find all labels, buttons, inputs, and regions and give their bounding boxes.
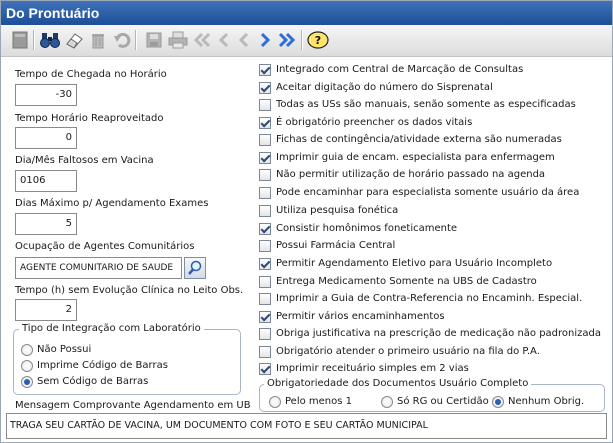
- trash-icon[interactable]: [87, 29, 109, 51]
- first-icon[interactable]: [191, 29, 213, 51]
- checkbox-receituario-2-vias-label: Imprimir receituário simples em 2 vias: [276, 363, 469, 374]
- vaccine-missing-label: Dia/Mês Faltosos em Vacina: [15, 155, 154, 166]
- checkbox-usss-manuais-label: Todas as USs são manuais, senão somente …: [276, 99, 576, 110]
- help-icon[interactable]: ?: [307, 29, 329, 51]
- max-days-label: Dias Máximo p/ Agendamento Exames: [15, 198, 209, 209]
- occupation-input[interactable]: AGENTE COMUNITARIO DE SAUDE: [15, 257, 182, 279]
- arrival-time-input[interactable]: -30: [15, 84, 77, 106]
- checkbox-horario-passado-label: Não permitir utilização de horário passa…: [276, 169, 546, 180]
- checkbox-contra-referencia-label: Imprimir a Guia de Contra-Referencia no …: [276, 293, 583, 304]
- occupation-search-button[interactable]: [184, 257, 206, 279]
- checkbox-entrega-medicamento[interactable]: [259, 276, 271, 288]
- checkbox-encaminhar-area[interactable]: [259, 187, 271, 199]
- message-label: Mensagem Comprovante Agendamento em UB: [15, 400, 251, 411]
- last-icon[interactable]: [276, 29, 298, 51]
- message-input[interactable]: TRAGA SEU CARTÃO DE VACINA, UM DOCUMENTO…: [6, 413, 607, 439]
- checkbox-guia-encam-enfermagem[interactable]: [259, 152, 271, 164]
- checkbox-pesquisa-fonetica-label: Utiliza pesquisa fonética: [276, 205, 399, 216]
- checkbox-farmacia-central-label: Possui Farmácia Central: [276, 240, 396, 251]
- checkbox-homonimos[interactable]: [259, 223, 271, 235]
- eraser-icon[interactable]: [63, 29, 85, 51]
- doc-option-rg-certidao-radio[interactable]: [381, 396, 393, 408]
- lab-option-no-barcode-label: Sem Código de Barras: [37, 376, 149, 387]
- checkbox-pesquisa-fonetica[interactable]: [259, 205, 271, 217]
- previous-alt-icon[interactable]: [233, 29, 255, 51]
- checkbox-central-marcacao[interactable]: [259, 64, 271, 76]
- doc-option-none-label: Nenhum Obrig.: [508, 396, 585, 407]
- checkbox-dados-vitais-label: É obrigatório preencher os dados vitais: [276, 117, 473, 128]
- reused-time-label: Tempo Horário Reaproveitado: [15, 113, 164, 124]
- undo-icon[interactable]: [111, 29, 133, 51]
- occupation-label: Ocupação de Agentes Comunitários: [15, 241, 195, 252]
- window: Do Prontuário ? Tempo de Chegada no Horá…: [0, 0, 613, 443]
- checkbox-fichas-contingencia[interactable]: [259, 134, 271, 146]
- lab-option-print-barcode-radio[interactable]: [21, 360, 33, 372]
- doc-option-at-least-one-radio[interactable]: [269, 396, 281, 408]
- lab-option-no-barcode-radio[interactable]: [21, 376, 33, 388]
- doc-option-at-least-one-label: Pelo menos 1: [285, 396, 353, 407]
- checkbox-varios-encaminhamentos[interactable]: [259, 311, 271, 323]
- checkbox-agendamento-eletivo[interactable]: [259, 258, 271, 270]
- window-title: Do Prontuário: [1, 1, 612, 25]
- max-days-input[interactable]: 5: [15, 213, 77, 235]
- toolbar-separator: [33, 30, 35, 50]
- arrival-time-label: Tempo de Chegada no Horário: [15, 69, 167, 80]
- next-icon[interactable]: [254, 29, 276, 51]
- checkbox-fila-pa[interactable]: [259, 346, 271, 358]
- binoculars-icon[interactable]: [39, 29, 61, 51]
- help-glyph: ?: [315, 34, 321, 47]
- checkbox-receituario-2-vias[interactable]: [259, 363, 271, 375]
- toolbar-separator: [301, 30, 303, 50]
- lab-option-none-radio[interactable]: [21, 344, 33, 356]
- magnifier-icon: [188, 260, 202, 275]
- toolbar-separator: [135, 30, 137, 50]
- save-icon[interactable]: [143, 29, 165, 51]
- checkbox-fichas-contingencia-label: Fichas de contingência/atividade externa…: [276, 134, 562, 145]
- vaccine-missing-input[interactable]: 0106: [15, 170, 77, 192]
- print-icon[interactable]: [167, 29, 189, 51]
- lab-integration-title: Tipo de Integração com Laboratório: [19, 323, 204, 334]
- lab-option-none-label: Não Possui: [37, 344, 92, 355]
- checkbox-sisprenatal[interactable]: [259, 82, 271, 94]
- checkbox-sisprenatal-label: Aceitar digitação do número do Sisprenat…: [276, 82, 493, 93]
- checkbox-entrega-medicamento-label: Entrega Medicamento Somente na UBS de Ca…: [276, 276, 537, 287]
- no-evolution-input[interactable]: 2: [15, 299, 77, 321]
- checkbox-agendamento-eletivo-label: Permitir Agendamento Eletivo para Usuári…: [276, 258, 553, 269]
- checkbox-contra-referencia[interactable]: [259, 293, 271, 305]
- new-icon[interactable]: [9, 29, 31, 51]
- doc-option-rg-certidao-label: Só RG ou Certidão: [397, 396, 489, 407]
- checkbox-farmacia-central[interactable]: [259, 240, 271, 252]
- checkbox-fila-pa-label: Obrigatório atender o primeiro usuário n…: [276, 346, 540, 357]
- previous-icon[interactable]: [213, 29, 235, 51]
- toolbar: ?: [1, 25, 612, 57]
- checkbox-guia-encam-enfermagem-label: Imprimir guia de encam. especialista par…: [276, 152, 555, 163]
- lab-option-print-barcode-label: Imprime Código de Barras: [37, 360, 168, 371]
- doc-option-none-radio[interactable]: [492, 396, 504, 408]
- checkbox-varios-encaminhamentos-label: Permitir vários encaminhamentos: [276, 311, 445, 322]
- no-evolution-label: Tempo (h) sem Evolução Clínica no Leito …: [15, 285, 244, 296]
- checkbox-homonimos-label: Consistir homônimos foneticamente: [276, 223, 458, 234]
- checkbox-usss-manuais[interactable]: [259, 99, 271, 111]
- checkbox-justificativa-prescricao[interactable]: [259, 328, 271, 340]
- checkbox-central-marcacao-label: Integrado com Central de Marcação de Con…: [276, 64, 524, 75]
- checkbox-encaminhar-area-label: Pode encaminhar para especialista soment…: [276, 187, 580, 198]
- checkbox-dados-vitais[interactable]: [259, 117, 271, 129]
- doc-requirement-title: Obrigatoriedade dos Documentos Usuário C…: [264, 378, 532, 389]
- reused-time-input[interactable]: 0: [15, 127, 77, 149]
- checkbox-horario-passado[interactable]: [259, 169, 271, 181]
- checkbox-justificativa-prescricao-label: Obriga justificativa na prescrição de me…: [276, 328, 602, 339]
